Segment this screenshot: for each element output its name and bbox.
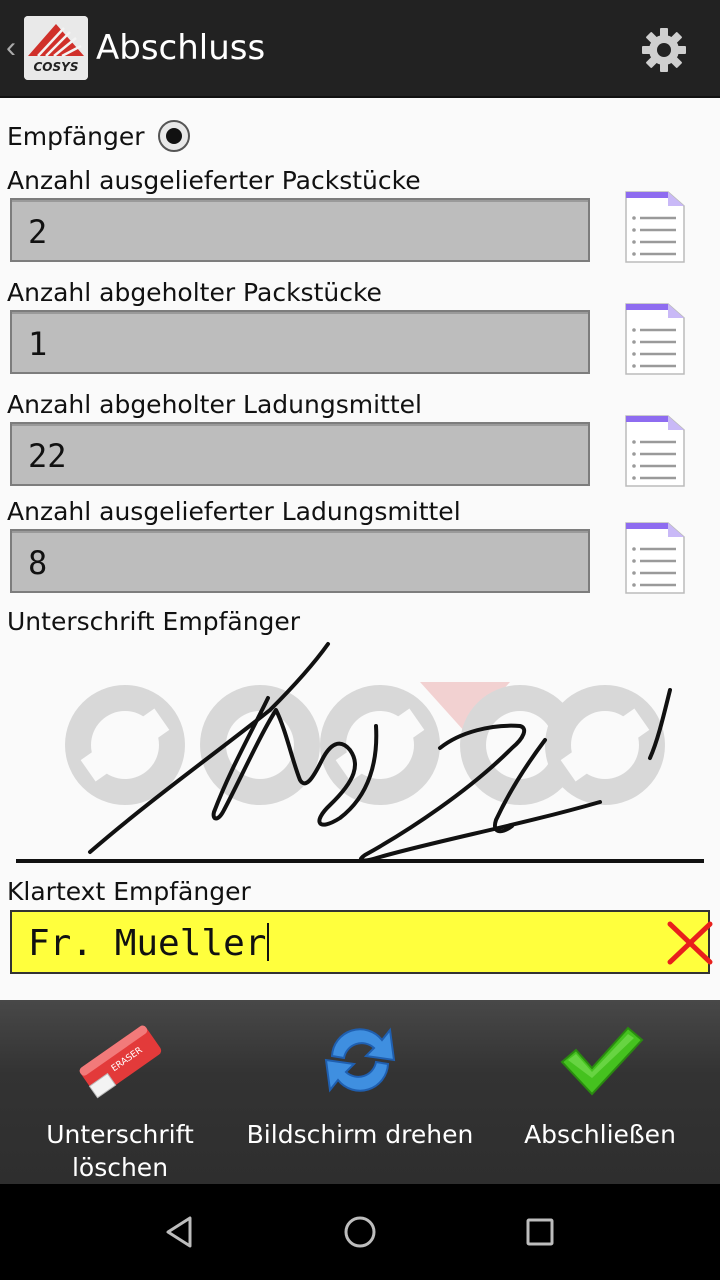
recipient-label: Empfänger <box>7 122 145 151</box>
rotate-arrows-icon <box>314 1014 406 1106</box>
clear-name-label: Klartext Empfänger <box>7 877 251 906</box>
radio-selected-dot <box>166 128 182 144</box>
list-document-icon[interactable] <box>618 186 690 266</box>
list-document-icon[interactable] <box>618 298 690 378</box>
finish-button[interactable]: Abschließen <box>480 1000 720 1184</box>
action-bar: ‹ COSYS Abschluss <box>0 0 720 98</box>
bottom-action-bar: ERASER Unterschrift löschen Bildschirm dr… <box>0 1000 720 1184</box>
page-title: Abschluss <box>96 28 266 68</box>
recipient-name-value: Fr. Mueller <box>28 923 267 964</box>
green-check-icon <box>554 1014 646 1106</box>
red-x-icon[interactable] <box>664 918 716 968</box>
eraser-icon: ERASER <box>74 1014 166 1106</box>
nav-home-circle-icon[interactable] <box>340 1212 380 1252</box>
delivered-packages-field[interactable]: 2 <box>10 198 590 262</box>
picked-up-packages-value: 1 <box>28 325 48 363</box>
chevron-left-icon[interactable]: ‹ <box>6 30 16 66</box>
signature-label: Unterschrift Empfänger <box>7 607 301 636</box>
gear-icon[interactable] <box>636 22 692 78</box>
delivered-load-carriers-value: 8 <box>28 544 48 582</box>
delivered-packages-value: 2 <box>28 213 48 251</box>
signature-baseline <box>16 859 704 863</box>
nav-back-triangle-icon[interactable] <box>160 1212 200 1252</box>
system-navigation-bar <box>0 1184 720 1280</box>
logo-wordmark: COSYS <box>34 60 79 74</box>
picked-up-load-carriers-value: 22 <box>28 437 67 475</box>
clear-signature-label: Unterschrift löschen <box>46 1120 194 1182</box>
picked-up-packages-field[interactable]: 1 <box>10 310 590 374</box>
delivered-load-carriers-label: Anzahl ausgelieferter Ladungsmittel <box>7 497 461 526</box>
list-document-icon[interactable] <box>618 517 690 597</box>
picked-up-load-carriers-field[interactable]: 22 <box>10 422 590 486</box>
finish-label: Abschließen <box>524 1120 676 1149</box>
cosys-logo[interactable]: COSYS <box>24 16 88 80</box>
signature-pad[interactable] <box>0 640 720 870</box>
delivered-packages-label: Anzahl ausgelieferter Packstücke <box>7 166 421 195</box>
nav-recents-square-icon[interactable] <box>520 1212 560 1252</box>
text-caret <box>267 923 270 961</box>
clear-signature-button[interactable]: ERASER Unterschrift löschen <box>0 1000 240 1184</box>
picked-up-load-carriers-label: Anzahl abgeholter Ladungsmittel <box>7 390 422 419</box>
rotate-screen-button[interactable]: Bildschirm drehen <box>240 1000 480 1184</box>
recipient-radio[interactable] <box>158 120 190 152</box>
picked-up-packages-label: Anzahl abgeholter Packstücke <box>7 278 382 307</box>
recipient-name-input[interactable]: Fr. Mueller <box>10 910 713 974</box>
list-document-icon[interactable] <box>618 410 690 490</box>
rotate-screen-label: Bildschirm drehen <box>246 1120 474 1149</box>
delivered-load-carriers-field[interactable]: 8 <box>10 529 590 593</box>
